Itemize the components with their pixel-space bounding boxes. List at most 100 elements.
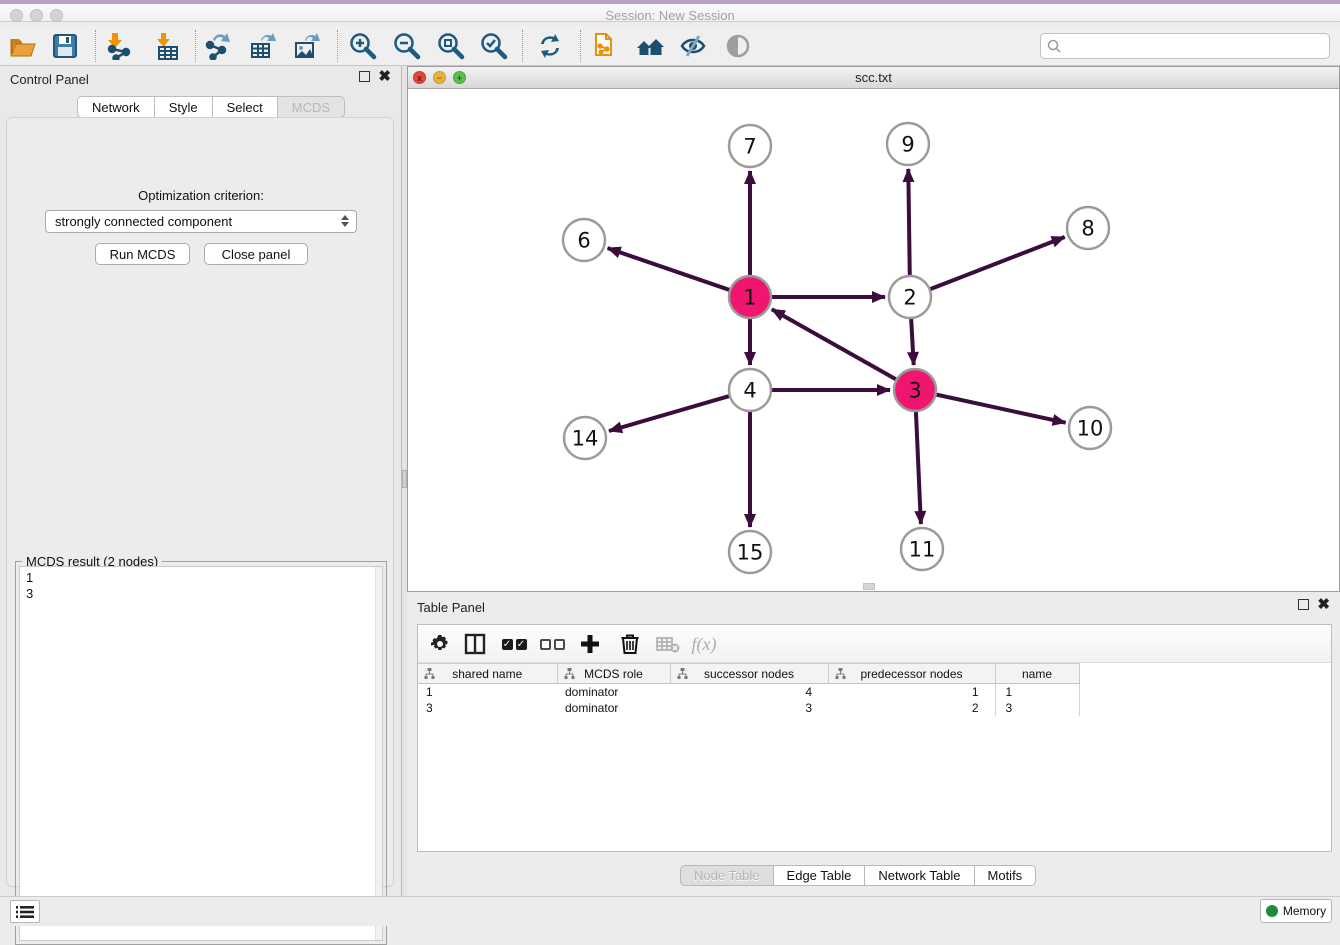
- close-panel-icon[interactable]: ✖: [378, 71, 391, 82]
- tab-select[interactable]: Select: [213, 96, 278, 118]
- node-table: shared name MCDS role successor nodes pr…: [418, 663, 1080, 716]
- show-all-icon[interactable]: [723, 31, 753, 61]
- toolbar-separator: [337, 30, 338, 62]
- edge-3-11[interactable]: [916, 409, 921, 524]
- edge-1-6[interactable]: [608, 248, 732, 291]
- close-panel-button[interactable]: Close panel: [204, 243, 308, 265]
- graph-node-label-3: 3: [908, 379, 921, 403]
- add-column-icon[interactable]: [576, 630, 604, 658]
- clone-network-icon[interactable]: [591, 31, 621, 61]
- gear-icon[interactable]: [426, 630, 454, 658]
- zoom-in-icon[interactable]: [348, 31, 378, 61]
- network-window-title: scc.txt: [408, 70, 1339, 85]
- tab-motifs[interactable]: Motifs: [975, 865, 1037, 886]
- columns-icon[interactable]: [461, 630, 489, 658]
- import-network-icon[interactable]: [104, 31, 134, 61]
- refresh-icon[interactable]: [535, 31, 565, 61]
- tab-node-table[interactable]: Node Table: [680, 865, 774, 886]
- graph-node-label-1: 1: [743, 286, 756, 310]
- result-line: 1: [26, 570, 382, 586]
- edge-2-3[interactable]: [911, 316, 914, 365]
- edge-3-10[interactable]: [934, 394, 1066, 423]
- zoom-fit-icon[interactable]: [436, 31, 466, 61]
- edge-2-9[interactable]: [908, 169, 910, 278]
- memory-button[interactable]: Memory: [1260, 899, 1332, 923]
- hide-selected-icon[interactable]: [678, 31, 708, 61]
- mcds-result-text[interactable]: 1 3: [19, 566, 383, 941]
- export-image-icon[interactable]: [292, 31, 322, 61]
- toolbar-separator: [580, 30, 581, 62]
- search-input[interactable]: [1065, 39, 1329, 54]
- run-mcds-button[interactable]: Run MCDS: [95, 243, 190, 265]
- delete-icon[interactable]: [616, 630, 644, 658]
- tab-network-table[interactable]: Network Table: [865, 865, 974, 886]
- status-bar: Memory: [0, 896, 1340, 926]
- cell-shared-name[interactable]: 1: [418, 684, 557, 700]
- toolbar-separator: [95, 30, 96, 62]
- app-titlebar: Session: New Session: [0, 0, 1340, 22]
- control-panel: Control Panel ✖ Network Style Select MCD…: [0, 66, 401, 896]
- mcds-panel: Optimization criterion: strongly connect…: [6, 117, 394, 887]
- graph-node-label-4: 4: [743, 379, 756, 403]
- zoom-out-icon[interactable]: [392, 31, 422, 61]
- cell-shared-name[interactable]: 3: [418, 700, 557, 716]
- cell-successor-nodes[interactable]: 3: [670, 700, 828, 716]
- horizontal-splitter-handle[interactable]: [863, 583, 875, 590]
- tab-mcds[interactable]: MCDS: [278, 96, 345, 118]
- open-folder-icon[interactable]: [8, 31, 38, 61]
- export-network-icon[interactable]: [204, 31, 234, 61]
- search-box[interactable]: [1040, 33, 1330, 59]
- mcds-result-group: MCDS result (2 nodes) 1 3: [15, 561, 387, 945]
- optimization-dropdown-value: strongly connected component: [55, 214, 232, 229]
- close-panel-icon[interactable]: ✖: [1317, 599, 1330, 610]
- cell-name[interactable]: 1: [995, 684, 1079, 700]
- tab-network[interactable]: Network: [77, 96, 155, 118]
- network-canvas[interactable]: 7968124314101511: [408, 89, 1339, 591]
- table-row[interactable]: 3 dominator 3 2 3: [418, 700, 1079, 716]
- optimization-dropdown[interactable]: strongly connected component: [45, 210, 357, 233]
- cell-mcds-role[interactable]: dominator: [557, 684, 670, 700]
- table-header-row: shared name MCDS role successor nodes pr…: [418, 664, 1079, 684]
- cell-predecessor-nodes[interactable]: 1: [828, 684, 995, 700]
- tab-edge-table[interactable]: Edge Table: [774, 865, 866, 886]
- graph-node-label-6: 6: [577, 229, 590, 253]
- column-header-name[interactable]: name: [995, 664, 1079, 684]
- cell-successor-nodes[interactable]: 4: [670, 684, 828, 700]
- home-icon[interactable]: [635, 31, 665, 61]
- save-icon[interactable]: [50, 31, 80, 61]
- delete-table-icon: [654, 630, 682, 658]
- task-history-button[interactable]: [10, 900, 40, 923]
- cell-mcds-role[interactable]: dominator: [557, 700, 670, 716]
- deselect-all-icon[interactable]: [538, 630, 566, 658]
- column-header-predecessor-nodes[interactable]: predecessor nodes: [828, 664, 995, 684]
- column-tree-icon: [564, 668, 575, 679]
- cell-predecessor-nodes[interactable]: 2: [828, 700, 995, 716]
- float-panel-icon[interactable]: [359, 71, 370, 82]
- float-panel-icon[interactable]: [1298, 599, 1309, 610]
- list-icon: [16, 905, 34, 919]
- zoom-selected-icon[interactable]: [479, 31, 509, 61]
- table-row[interactable]: 1 dominator 4 1 1: [418, 684, 1079, 700]
- column-header-mcds-role[interactable]: MCDS role: [557, 664, 670, 684]
- edge-2-8[interactable]: [928, 237, 1065, 290]
- optimization-label: Optimization criterion:: [7, 188, 395, 203]
- column-header-successor-nodes[interactable]: successor nodes: [670, 664, 828, 684]
- edge-3-1[interactable]: [772, 309, 899, 380]
- network-window-titlebar[interactable]: x − + scc.txt: [408, 67, 1339, 89]
- cell-name[interactable]: 3: [995, 700, 1079, 716]
- edge-4-14[interactable]: [609, 395, 732, 431]
- graph-node-label-10: 10: [1077, 417, 1104, 441]
- search-icon: [1047, 39, 1061, 53]
- import-table-icon[interactable]: [152, 31, 182, 61]
- export-table-icon[interactable]: [248, 31, 278, 61]
- tab-style[interactable]: Style: [155, 96, 213, 118]
- control-panel-title: Control Panel: [10, 72, 89, 87]
- memory-label: Memory: [1283, 904, 1326, 918]
- select-all-icon[interactable]: ✓✓: [500, 630, 528, 658]
- graph-node-label-15: 15: [737, 541, 764, 565]
- memory-status-icon: [1266, 905, 1278, 917]
- column-header-shared-name[interactable]: shared name: [418, 664, 557, 684]
- result-scrollbar[interactable]: [375, 567, 382, 940]
- graph-node-label-2: 2: [903, 286, 916, 310]
- table-tabs: Node Table Edge Table Network Table Moti…: [680, 865, 1036, 886]
